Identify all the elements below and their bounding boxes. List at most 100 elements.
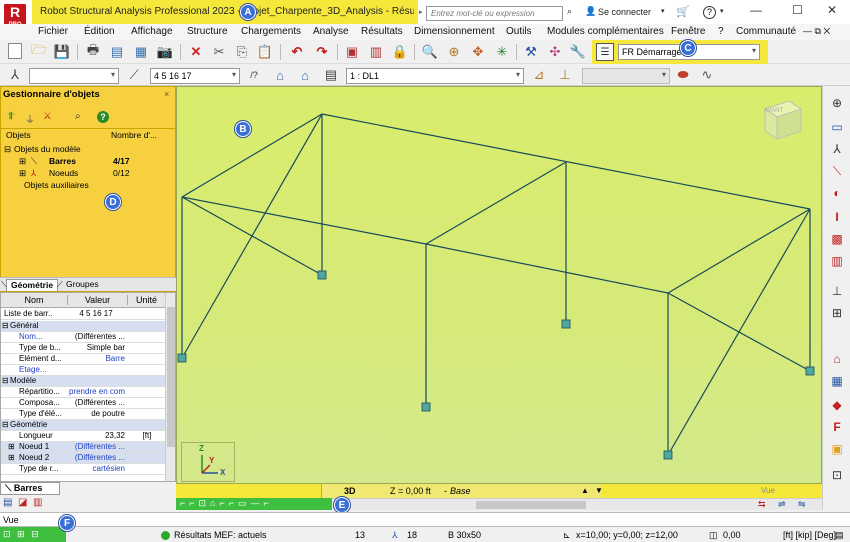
loads-tool-icon[interactable]: ⊥ <box>827 282 847 300</box>
filter-select-icon[interactable]: ⥣ <box>7 111 14 122</box>
units-status[interactable]: [ft] [kip] [Deg] <box>783 530 836 540</box>
prop-row-longueur[interactable]: Longueur 23,32 [ft] <box>1 431 165 442</box>
plane-up-arrow[interactable]: ▲ <box>581 486 589 495</box>
scrollbar-thumb[interactable] <box>476 501 586 509</box>
minimize-button[interactable]: — <box>750 3 762 17</box>
collapse-icon[interactable]: ⊟ <box>2 420 9 429</box>
case-select-icon[interactable]: ▤ <box>322 66 340 84</box>
layout-list-icon[interactable]: ☰ <box>596 43 614 61</box>
panel-tool-icon[interactable]: ▥ <box>827 252 847 270</box>
structure-model-icon[interactable]: ⚒ <box>522 43 540 61</box>
close-button[interactable]: ✕ <box>827 3 837 17</box>
menu-affichage[interactable]: Affichage <box>131 26 173 37</box>
print-icon[interactable]: 🖶 <box>84 42 102 61</box>
support-node[interactable] <box>317 270 327 280</box>
menu-edition[interactable]: Édition <box>84 26 115 37</box>
maximize-button[interactable]: ☐ <box>792 3 803 17</box>
document-window-controls[interactable]: — ⧉ ✕ <box>803 26 830 37</box>
menu-dimensionnement[interactable]: Dimensionnement <box>414 26 495 37</box>
diagram-icon[interactable]: ⊿ <box>530 66 548 84</box>
zoom-window-icon[interactable]: 🔍 <box>421 43 439 61</box>
close-icon[interactable]: × <box>164 89 169 99</box>
beam[interactable] <box>425 161 567 245</box>
zoom-all-icon[interactable]: ⊕ <box>445 43 463 61</box>
menu-outils[interactable]: Outils <box>506 26 532 37</box>
calculations-icon[interactable]: ▣ <box>343 43 361 61</box>
table-icon[interactable]: ▤ <box>3 497 12 508</box>
tree-expand-icon[interactable]: ⊞ <box>19 156 26 167</box>
support-node[interactable] <box>421 402 431 412</box>
table-tool-icon[interactable]: ▦ <box>827 372 847 390</box>
bar-tool-icon[interactable]: ⟍ <box>827 162 847 180</box>
save-icon[interactable]: 💾 <box>53 43 71 61</box>
edit-icon[interactable]: ◪ <box>18 497 27 508</box>
prop-row-typer[interactable]: Type de r... cartésien <box>1 464 165 475</box>
login-button[interactable]: Se connecter <box>598 7 651 17</box>
redo-icon[interactable]: ↷ <box>313 43 331 61</box>
plane-down-arrow[interactable]: ▼ <box>595 486 603 495</box>
rotate-view-icon[interactable]: ✳ <box>493 43 511 61</box>
menu-analyse[interactable]: Analyse <box>313 26 349 37</box>
view-cube[interactable] <box>764 100 802 140</box>
prop-row-bar-list[interactable]: Liste de barr... 4 5 16 17 <box>1 309 165 320</box>
cursor-query-icon[interactable]: /? <box>245 66 263 84</box>
filter-icon[interactable]: ⏚ <box>25 111 35 126</box>
solid-tool-icon[interactable]: ▣ <box>827 440 847 458</box>
search-input[interactable]: Entrez mot-clé ou expression <box>426 6 563 21</box>
support-tool-icon[interactable]: ⅄ <box>827 140 847 158</box>
pan-icon[interactable]: ✥ <box>469 43 487 61</box>
view-side-icon[interactable]: ⌂ <box>296 66 314 84</box>
menu-chargements[interactable]: Chargements <box>241 26 301 37</box>
support-node[interactable] <box>177 353 187 363</box>
release-tool-icon[interactable]: ◐ <box>827 184 847 202</box>
building-tool-icon[interactable]: ⌂ <box>827 350 847 368</box>
view-button-1-icon[interactable]: ⇆ <box>758 499 766 510</box>
expand-icon[interactable]: ⊞ <box>8 442 15 451</box>
login-dropdown-icon[interactable]: ▾ <box>661 7 665 15</box>
menu-fichier[interactable]: Fichier <box>38 26 68 37</box>
brace[interactable] <box>181 196 323 276</box>
selection-input[interactable]: 4 5 16 17 ▾ <box>150 68 240 84</box>
chart-icon[interactable]: ▥ <box>33 497 42 508</box>
material-tool-icon[interactable]: ◆ <box>827 396 847 414</box>
load-case-select[interactable]: 1 : DL1 ▾ <box>346 68 524 84</box>
clear-filter-icon[interactable]: ⚔ <box>43 111 52 122</box>
menu-modules[interactable]: Modules complémentaires <box>547 26 664 37</box>
help-dropdown-icon[interactable]: ▾ <box>720 7 724 15</box>
units-menu-icon[interactable]: ▤ <box>835 530 844 541</box>
tab-barres[interactable]: ⟍ Barres <box>0 482 60 495</box>
tree-collapse-icon[interactable]: ⊟ <box>4 144 11 155</box>
object-type-select[interactable]: ▾ <box>29 68 119 84</box>
section-geometry[interactable]: ⊟ Géométrie <box>1 420 165 431</box>
user-icon[interactable]: 👤 <box>585 6 596 17</box>
structure-viewport[interactable]: AVANT Z X Y <box>176 86 822 484</box>
tree-model-objects[interactable]: Objets du modèle <box>14 144 81 154</box>
view-front-icon[interactable]: ⌂ <box>271 66 289 84</box>
results-table-icon[interactable]: ▥ <box>367 43 385 61</box>
brace[interactable] <box>667 292 811 372</box>
more-tool-icon[interactable]: ⊡ <box>827 466 847 484</box>
support-node[interactable] <box>561 319 571 329</box>
view-button-2-icon[interactable]: ⇌ <box>778 499 786 510</box>
view-button-3-icon[interactable]: ⇋ <box>798 499 806 510</box>
moment-icon[interactable]: ⊥ <box>556 66 574 84</box>
section-general[interactable]: ⊟ Général <box>1 321 165 332</box>
cut-icon[interactable]: ✂ <box>210 43 228 61</box>
collapse-icon[interactable]: ⊟ <box>2 321 9 330</box>
prop-row-type[interactable]: Type de b... Simple bar <box>1 343 165 354</box>
prop-row-composa[interactable]: Composa... (Différentes ... <box>1 398 165 409</box>
menu-help[interactable]: ? <box>718 26 724 37</box>
help-button[interactable]: ? <box>703 6 716 19</box>
tree-aux-objects[interactable]: Objets auxiliaires <box>24 180 89 190</box>
undo-icon[interactable]: ↶ <box>288 43 306 61</box>
copy-icon[interactable]: ⎘ <box>233 43 251 61</box>
tab-geometry[interactable]: Géométrie <box>6 279 59 291</box>
loads-icon[interactable]: ✣ <box>546 43 564 61</box>
lock-icon[interactable]: 🔒 <box>391 43 409 61</box>
properties-scrollbar[interactable] <box>165 293 175 481</box>
menu-structure[interactable]: Structure <box>187 26 228 37</box>
status-tool-icons[interactable]: ⊡ ⊞ ⊟ <box>3 529 41 540</box>
tree-nodes[interactable]: Noeuds <box>49 168 78 178</box>
prop-row-noeud2[interactable]: ⊞ Noeud 2 (Différentes ... <box>1 453 165 464</box>
section-tool-icon[interactable]: ▭ <box>827 118 847 136</box>
